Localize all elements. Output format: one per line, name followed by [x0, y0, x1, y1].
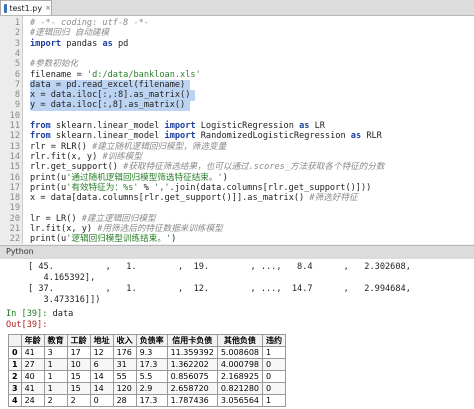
table-cell: 10: [66, 358, 91, 371]
column-header: 年龄: [20, 334, 45, 347]
table-cell: 17.3: [135, 358, 168, 371]
row-index: 2: [8, 370, 22, 383]
console-output-line: [ 45. , 1. , 19. , ..., 8.4 , 2.302608,: [28, 262, 411, 272]
python-file-icon: [4, 3, 8, 13]
table-cell: 2.9: [135, 382, 168, 395]
code-line: x = data[data.columns[rlr.get_support()]…: [30, 193, 358, 204]
table-cell: 55: [112, 370, 137, 383]
table-cell: 28: [112, 394, 137, 407]
table-cell: 31: [112, 358, 137, 371]
table-cell: 14: [89, 370, 114, 383]
code-editor[interactable]: 1 2 3 4 5 6 7 8 9 10 11 12 13 14 15 16 17 18 19 20 21 22 # -*…: [0, 16, 474, 244]
table-cell: 17: [66, 346, 91, 359]
console-output-line: [ 37. , 1. , 12. , ..., 14.7 , 2.994684,: [28, 284, 411, 294]
table-cell: 15: [66, 382, 91, 395]
column-header: 地址: [89, 334, 114, 347]
tab-test1-py[interactable]: test1.py ×: [0, 0, 52, 15]
table-cell: 27: [20, 358, 45, 371]
table-cell: 1: [43, 358, 68, 371]
table-cell: 5.008608: [216, 346, 264, 359]
code-line: y = data.iloc[:,8].as_matrix(): [30, 100, 186, 111]
input-command: data: [52, 309, 74, 319]
table-cell: 5.5: [135, 370, 168, 383]
table-cell: 12: [89, 346, 114, 359]
python-console[interactable]: [ 45. , 1. , 19. , ..., 8.4 , 2.302608, …: [0, 259, 474, 409]
column-header: 收入: [112, 334, 137, 347]
table-row: 0 41 3 17 12 176 9.3 11.359392 5.008608 1: [8, 346, 287, 359]
line-number-gutter: 1 2 3 4 5 6 7 8 9 10 11 12 13 14 15 16 17 18 19 20 21 22: [0, 16, 23, 244]
table-row: 3 41 1 15 14 120 2.9 2.658720 0.821280 0: [8, 382, 287, 395]
table-row: 1 27 1 10 6 31 17.3 1.362202 4.000798 0: [8, 358, 287, 371]
console-title: Python: [6, 247, 34, 256]
table-cell: 9.3: [135, 346, 168, 359]
table-cell: 1: [262, 394, 287, 407]
column-header: 其他负债: [216, 334, 264, 347]
table-row: 2 40 1 15 14 55 5.5 0.856075 2.168925 0: [8, 370, 287, 383]
console-header: Python: [0, 245, 474, 260]
table-header-row: 年龄 教育 工龄 地址 收入 负债率 信用卡负债 其他负债 违约: [8, 334, 287, 347]
table-cell: 3.056564: [216, 394, 264, 407]
table-cell: 0: [262, 382, 287, 395]
table-cell: 1: [43, 370, 68, 383]
table-cell: 0: [262, 370, 287, 383]
table-cell: 2: [66, 394, 91, 407]
table-cell: 41: [20, 346, 45, 359]
console-input-line: In [39]: data: [6, 309, 73, 320]
line-number: 22: [9, 234, 20, 244]
table-cell: 11.359392: [166, 346, 218, 359]
table-cell: 0: [262, 358, 287, 371]
console-output-line: 4.165392],: [28, 273, 96, 283]
table-cell: 2.658720: [166, 382, 218, 395]
table-cell: 1.362202: [166, 358, 218, 371]
table-cell: 176: [112, 346, 137, 359]
table-cell: 1.787436: [166, 394, 218, 407]
in-prompt: In [39]:: [6, 309, 48, 319]
table-cell: 1: [43, 382, 68, 395]
table-cell: 6: [89, 358, 114, 371]
column-header: 信用卡负债: [166, 334, 218, 347]
close-icon[interactable]: ×: [45, 4, 51, 12]
dataframe-table: 年龄 教育 工龄 地址 收入 负债率 信用卡负债 其他负债 违约 0 41 3 17 12 176 9.3 1…: [8, 334, 287, 407]
row-index: 1: [8, 358, 22, 371]
row-index: 4: [8, 394, 22, 407]
console-output-prompt: Out[39]:: [6, 320, 47, 331]
table-cell: 41: [20, 382, 45, 395]
table-cell: 3: [43, 346, 68, 359]
table-cell: 1: [262, 346, 287, 359]
table-cell: 0.856075: [166, 370, 218, 383]
column-header: 违约: [262, 334, 287, 347]
editor-tab-bar: test1.py ×: [0, 0, 474, 16]
column-header: 负债率: [135, 334, 168, 347]
table-cell: 15: [66, 370, 91, 383]
column-header: [8, 334, 22, 347]
table-cell: 40: [20, 370, 45, 383]
column-header: 工龄: [66, 334, 91, 347]
table-row: 4 24 2 2 0 28 17.3 1.787436 3.056564 1: [8, 394, 287, 407]
table-cell: 14: [89, 382, 114, 395]
console-output-line: 3.473316]]): [28, 295, 101, 305]
table-cell: 24: [20, 394, 45, 407]
tab-label: test1.py: [9, 3, 43, 13]
table-cell: 17.3: [135, 394, 168, 407]
column-header: 教育: [43, 334, 68, 347]
table-cell: 0: [89, 394, 114, 407]
table-cell: 0.821280: [216, 382, 264, 395]
code-line: import pandas as pd: [30, 38, 129, 49]
table-cell: 2: [43, 394, 68, 407]
code-line: print(u'逻辑回归模型训练结束。'): [30, 234, 177, 244]
row-index: 3: [8, 382, 22, 395]
row-index: 0: [8, 346, 22, 359]
table-cell: 120: [112, 382, 137, 395]
table-cell: 2.168925: [216, 370, 264, 383]
table-cell: 4.000798: [216, 358, 264, 371]
out-prompt: Out[39]:: [6, 320, 48, 330]
